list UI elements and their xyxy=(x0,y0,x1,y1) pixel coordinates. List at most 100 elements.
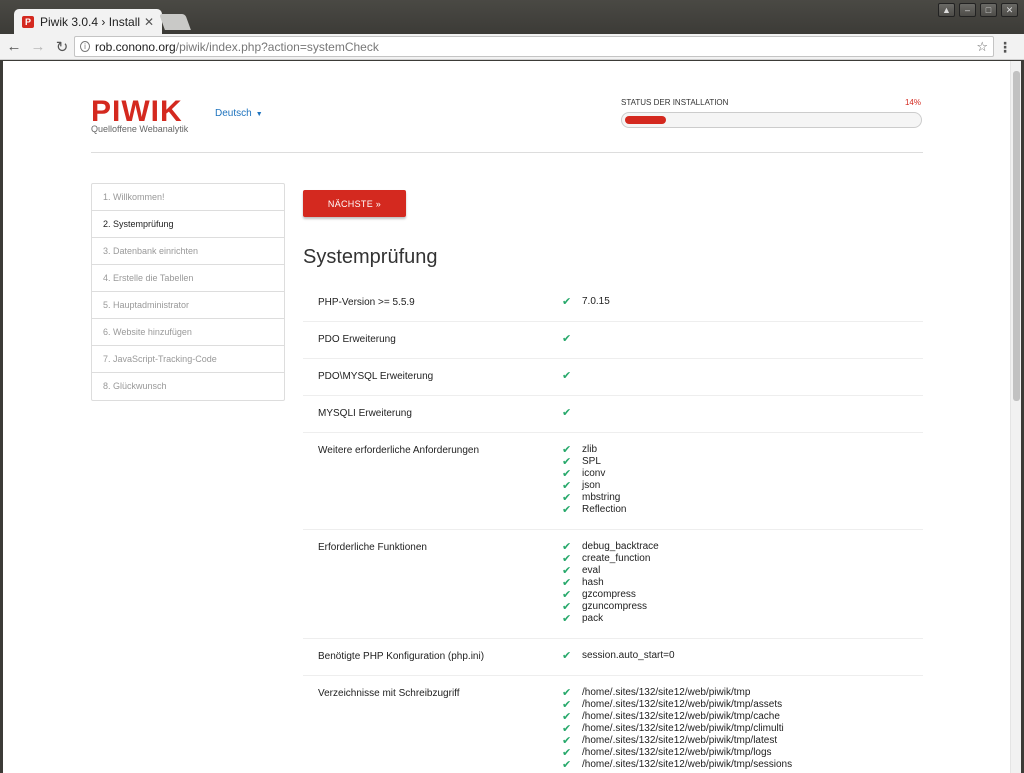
tab-close-icon[interactable]: ✕ xyxy=(144,15,154,29)
maximize-icon[interactable]: □ xyxy=(980,3,997,17)
check-values: ✔ session.auto_start=0 xyxy=(562,649,675,662)
check-value: /home/.sites/132/site12/web/piwik/tmp/la… xyxy=(582,734,778,746)
page-scrollbar[interactable] xyxy=(1010,61,1021,773)
address-bar[interactable]: i rob.conono.org/piwik/index.php?action=… xyxy=(74,36,994,57)
sidebar-step-1: 1. Willkommen! xyxy=(92,184,284,211)
check-value: mbstring xyxy=(582,491,621,503)
piwik-favicon-icon: P xyxy=(22,15,34,28)
check-item: ✔ mbstring xyxy=(562,491,626,504)
checkmark-icon: ✔ xyxy=(562,369,572,382)
sidebar-step-5: 5. Hauptadministrator xyxy=(92,292,284,319)
check-item: ✔ /home/.sites/132/site12/web/piwik/tmp/s… xyxy=(562,758,793,771)
header-divider xyxy=(91,152,923,153)
check-item: ✔ create_function xyxy=(562,552,659,565)
check-row: MYSQLI Erweiterung ✔ xyxy=(303,396,923,433)
check-value: session.auto_start=0 xyxy=(582,649,675,661)
check-label: PDO\MYSQL Erweiterung xyxy=(318,371,434,382)
check-values: ✔ xyxy=(562,406,582,419)
check-row: Verzeichnisse mit Schreibzugriff ✔/home/.… xyxy=(303,676,923,773)
check-label: PHP-Version >= 5.5.9 xyxy=(318,297,415,308)
checkmark-icon: ✔ xyxy=(562,332,572,345)
check-value: 7.0.15 xyxy=(582,295,610,307)
minimize-icon[interactable]: – xyxy=(959,3,976,17)
check-item: ✔ zlib xyxy=(562,443,626,456)
check-item: ✔ gzuncompress xyxy=(562,600,659,613)
checkmark-icon: ✔ xyxy=(562,503,572,516)
scrollbar-thumb[interactable] xyxy=(1013,71,1020,401)
back-arrow-icon[interactable]: ← xyxy=(4,37,24,57)
check-item: ✔/home/.sites/132/site12/web/piwik/tmp/l… xyxy=(562,734,792,747)
checkmark-icon: ✔ xyxy=(562,295,572,308)
tab-title: Piwik 3.0.4 › Installa xyxy=(40,14,140,29)
check-values: ✔ 7.0.15 xyxy=(562,295,610,308)
reload-icon[interactable]: ↻ xyxy=(52,37,72,57)
check-values: ✔ debug_backtrace ✔ create_function ✔ eval ✔ ha… xyxy=(562,540,659,625)
check-label: Erforderliche Funktionen xyxy=(318,542,427,553)
check-value: debug_backtrace xyxy=(582,540,659,552)
sidebar-step-4: 4. Erstelle die Tabellen xyxy=(92,265,284,292)
check-row: Benötigte PHP Konfiguration (php.ini) ✔ se… xyxy=(303,639,923,676)
check-item: ✔ Reflection xyxy=(562,503,627,516)
check-value: zlib xyxy=(582,443,598,455)
check-value: /home/.sites/132/site12/web/piwik/tmp xyxy=(582,686,751,698)
sidebar-step-8: 8. Glückwunsch xyxy=(103,381,167,391)
checkmark-icon: ✔ xyxy=(562,649,572,662)
caret-down-icon: ▼ xyxy=(255,111,263,118)
system-check-table: PHP-Version >= 5.5.9 ✔ 7.0.15 PDO Erweiteru… xyxy=(303,285,923,773)
browser-tab[interactable]: P Piwik 3.0.4 › Installa ✕ xyxy=(14,9,162,34)
check-item: ✔ iconv xyxy=(562,467,626,480)
check-item: ✔ json xyxy=(562,479,626,492)
check-item: ✔ pack xyxy=(562,612,659,625)
sidebar-step-7: 7. JavaScript-Tracking-Code xyxy=(92,346,284,373)
check-row: PDO\MYSQL Erweiterung ✔ xyxy=(303,359,923,396)
check-item: ✔ gzcompress xyxy=(562,588,659,601)
forward-arrow-icon[interactable]: → xyxy=(28,37,48,57)
check-value: /home/.sites/132/site12/web/piwik/tmp/lo… xyxy=(582,746,772,758)
checkmark-icon: ✔ xyxy=(562,612,572,625)
page-viewport: PIWIK Quelloffene Webanalytik Deutsch ▼ S… xyxy=(3,61,1010,773)
check-value: SPL xyxy=(582,455,601,467)
info-icon[interactable]: i xyxy=(80,41,90,52)
check-value: Reflection xyxy=(582,503,627,515)
check-row: PHP-Version >= 5.5.9 ✔ 7.0.15 xyxy=(303,285,923,322)
window-titlebar: P Piwik 3.0.4 › Installa ✕ ▲ – □ ✕ xyxy=(0,0,1024,34)
check-item: ✔ session.auto_start=0 xyxy=(562,649,675,662)
language-label: Deutsch xyxy=(215,108,252,119)
check-value: /home/.sites/132/site12/web/piwik/tmp/se… xyxy=(582,758,793,770)
installation-status-percent: 14% xyxy=(904,98,921,107)
bookmark-star-icon[interactable]: ☆ xyxy=(976,39,988,55)
check-item: ✔/home/.sites/132/site12/web/piwik/tmp/a… xyxy=(562,698,792,711)
check-label: Verzeichnisse mit Schreibzugriff xyxy=(318,688,460,699)
check-values: ✔/home/.sites/132/site12/web/piwik/tmp ✔ /… xyxy=(562,686,793,771)
check-item: ✔ SPL xyxy=(562,455,626,468)
account-icon[interactable]: ▲ xyxy=(938,3,955,17)
check-item: ✔ xyxy=(562,369,582,382)
close-window-icon[interactable]: ✕ xyxy=(1001,3,1018,17)
check-value: gzcompress xyxy=(582,588,636,600)
check-value: iconv xyxy=(582,467,606,479)
new-tab-button[interactable] xyxy=(159,14,191,30)
check-item: ✔ 7.0.15 xyxy=(562,295,610,308)
check-row: Weitere erforderliche Anforderungen ✔ zlib… xyxy=(303,433,923,530)
check-item: ✔/home/.sites/132/site12/web/piwik/tmp/c… xyxy=(562,722,792,735)
sidebar-step-6: 6. Website hinzufügen xyxy=(92,319,284,346)
sidebar-step-2: 2. Systemprüfung xyxy=(92,211,284,238)
checkmark-icon: ✔ xyxy=(562,758,572,771)
url-path: /piwik/index.php?action=systemCheck xyxy=(175,39,379,54)
check-label: PDO Erweiterung xyxy=(318,334,396,345)
url-domain: rob.conono.org xyxy=(95,39,176,54)
installation-steps-nav: 1. Willkommen! 2. Systemprüfung 3. Datenba… xyxy=(91,183,285,401)
check-value: /home/.sites/132/site12/web/piwik/tmp/as… xyxy=(582,698,783,710)
check-item: ✔ xyxy=(562,406,582,419)
check-item: ✔/home/.sites/132/site12/web/piwik/tmp/l… xyxy=(562,746,792,759)
progress-fill xyxy=(625,116,667,124)
window-controls: ▲ – □ ✕ xyxy=(938,3,1018,17)
browser-menu-icon[interactable]: ⋮ xyxy=(998,39,1012,56)
check-item: ✔ debug_backtrace xyxy=(562,540,659,553)
check-item: ✔ xyxy=(562,332,582,345)
page-title: Systemprüfung xyxy=(303,246,438,268)
next-button[interactable]: NÄCHSTE » xyxy=(303,190,406,217)
check-item: ✔/home/.sites/132/site12/web/piwik/tmp xyxy=(562,686,792,699)
language-selector[interactable]: Deutsch ▼ xyxy=(215,108,263,119)
check-label: Benötigte PHP Konfiguration (php.ini) xyxy=(318,651,485,662)
